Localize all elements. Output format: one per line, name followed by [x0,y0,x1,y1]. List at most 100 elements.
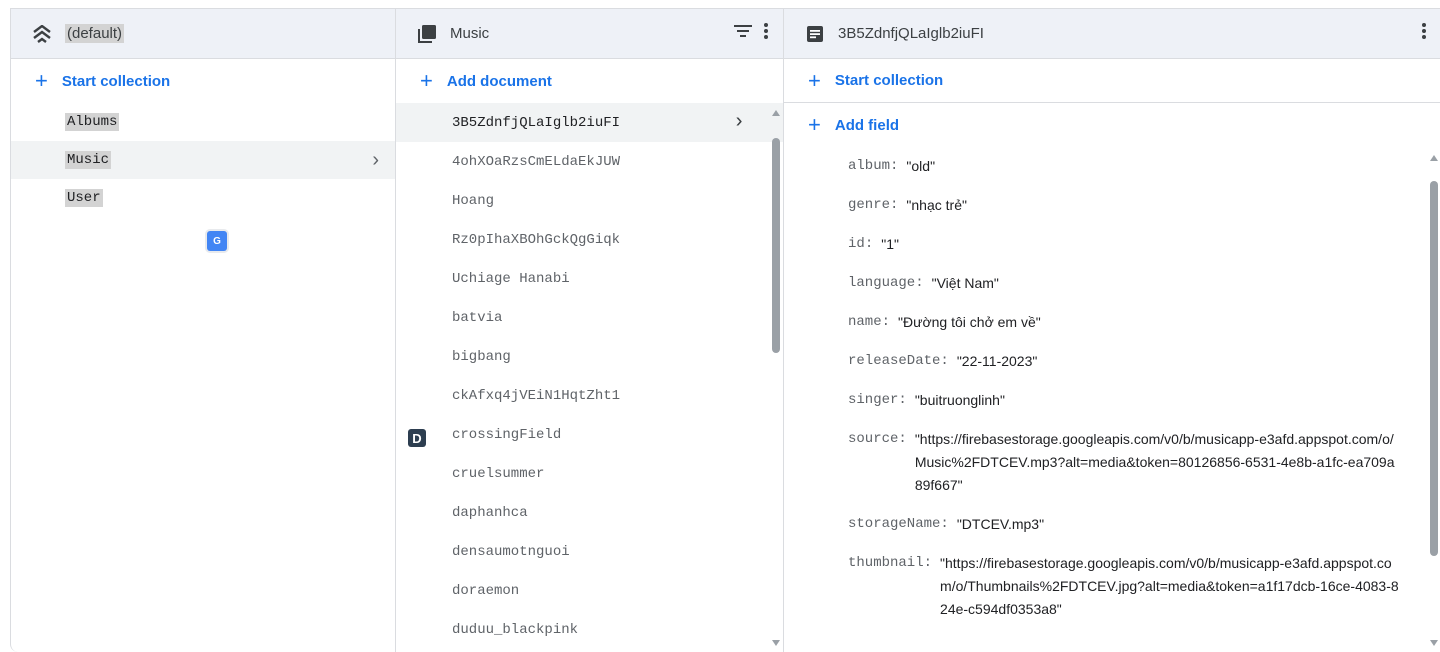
field-key: album [848,158,891,174]
filter-icon[interactable] [733,23,753,44]
field-key: storageName [848,516,941,532]
root-panel-header: (default) [11,9,395,59]
collection-item-albums[interactable]: Albums [11,103,395,141]
scroll-up-arrow-icon[interactable] [772,110,780,116]
collection-item-user[interactable]: User [11,179,395,217]
collection-list: Albums Music › User [11,103,395,217]
field-key: thumbnail [848,555,924,571]
field-value: "DTCEV.mp3" [956,516,1045,532]
field-value: "22-11-2023" [956,353,1038,369]
document-item[interactable]: ckAfxq4jVEiN1HqtZht1 [396,376,783,415]
field-key: singer [848,392,899,408]
document-id: duduu_blackpink [452,621,579,638]
field-list-scrollbar[interactable] [1427,149,1440,652]
root-title: (default) [65,24,125,43]
field-value: "nhạc trẻ" [906,197,967,213]
plus-icon: + [35,68,48,93]
document-id: bigbang [452,348,511,365]
collection-label: User [65,189,103,207]
scroll-down-arrow-icon[interactable] [772,640,780,646]
field-value: "https://firebasestorage.googleapis.com/… [940,555,1399,617]
document-item[interactable]: cruelsummer [396,454,783,493]
firestore-data-viewer: (default) + Start collection Albums Musi… [10,8,1440,652]
field-key: language [848,275,916,291]
more-vert-icon[interactable] [1421,22,1427,45]
field-key: name [848,314,882,330]
add-field-label: Add field [834,116,900,134]
field-key: id [848,236,865,252]
add-document-label: Add document [446,72,552,90]
field-row[interactable]: storageName: "DTCEV.mp3" [848,505,1401,544]
translate-badge-text: G [213,235,221,247]
document-item[interactable]: Uchiage Hanabi [396,259,783,298]
document-item[interactable]: densaumotnguoi [396,532,783,571]
document-panel: 3B5ZdnfjQLaIglb2iuFI + Start collection … [784,9,1440,652]
field-row[interactable]: genre: "nhạc trẻ" [848,186,1401,225]
start-subcollection-button[interactable]: + Start collection [784,59,1440,103]
chevron-right-icon: › [732,111,745,134]
collection-icon [416,23,438,45]
document-item[interactable]: 3B5ZdnfjQLaIglb2iuFI › [396,103,783,142]
start-subcollection-label: Start collection [834,72,944,89]
field-value: "https://firebasestorage.googleapis.com/… [914,431,1395,493]
field-key: releaseDate [848,353,941,369]
field-row[interactable]: thumbnail: "https://firebasestorage.googl… [848,544,1401,629]
field-value: "Việt Nam" [931,275,999,291]
field-row[interactable]: source: "https://firebasestorage.googleap… [848,420,1401,505]
collection-label: Albums [65,113,120,131]
document-id: 3B5ZdnfjQLaIglb2iuFI [452,114,621,131]
document-id: batvia [452,309,503,326]
field-row[interactable]: language: "Việt Nam" [848,264,1401,303]
scroll-thumb[interactable] [772,138,780,353]
scroll-down-arrow-icon[interactable] [1430,640,1438,646]
document-item[interactable]: Rz0pIhaXBOhGckQgGiqk [396,220,783,259]
document-item[interactable]: doraemon [396,571,783,610]
field-value: "1" [881,236,899,252]
document-item[interactable]: 4ohXOaRzsCmELdaEkJUW [396,142,783,181]
document-id: Uchiage Hanabi [452,270,570,287]
field-row[interactable]: album: "old" [848,147,1401,186]
document-icon [804,23,826,45]
plus-icon: + [808,112,821,137]
add-document-button[interactable]: + Add document [396,59,783,103]
document-panel-header: 3B5ZdnfjQLaIglb2iuFI [784,9,1440,59]
more-vert-icon[interactable] [763,22,769,45]
field-value: "Đường tôi chở em về" [898,314,1041,330]
collection-panel-header: Music [396,9,783,59]
document-item[interactable]: duduu_blackpink [396,610,783,649]
plus-icon: + [420,68,433,93]
document-item[interactable]: bigbang [396,337,783,376]
extension-badge-text: D [412,430,422,446]
google-translate-icon[interactable]: G [207,231,227,251]
field-row[interactable]: singer: "buitruonglinh" [848,381,1401,420]
add-field-button[interactable]: + Add field [784,103,1440,147]
document-id: daphanhca [452,504,528,521]
start-collection-label: Start collection [61,72,171,90]
field-row[interactable]: releaseDate: "22-11-2023" [848,342,1401,381]
plus-icon: + [808,67,821,93]
collection-title: Music [450,25,490,42]
document-id: cruelsummer [452,465,545,482]
document-item[interactable]: daphanhca [396,493,783,532]
document-id: ckAfxq4jVEiN1HqtZht1 [452,387,621,404]
database-icon [31,23,53,45]
field-row[interactable]: id: "1" [848,225,1401,264]
collection-item-music[interactable]: Music › [11,141,395,179]
field-key: source [848,431,899,447]
start-collection-button[interactable]: + Start collection [11,59,395,103]
document-list-scrollbar[interactable] [769,104,783,652]
field-key: genre [848,197,891,213]
collection-panel: Music + Add document 3B5ZdnfjQLaIglb2iuF… [396,9,784,652]
scroll-up-arrow-icon[interactable] [1430,155,1438,161]
root-panel: (default) + Start collection Albums Musi… [11,9,396,652]
document-title: 3B5ZdnfjQLaIglb2iuFI [838,25,984,42]
chevron-right-icon: › [372,148,379,171]
document-item[interactable]: crossingField [396,415,783,454]
field-row[interactable]: name: "Đường tôi chở em về" [848,303,1401,342]
document-item[interactable]: batvia [396,298,783,337]
field-value: "buitruonglinh" [914,392,1005,408]
document-item[interactable]: Hoang [396,181,783,220]
scroll-thumb[interactable] [1430,181,1438,556]
document-id: doraemon [452,582,520,599]
extension-d-icon[interactable]: D [408,429,426,447]
